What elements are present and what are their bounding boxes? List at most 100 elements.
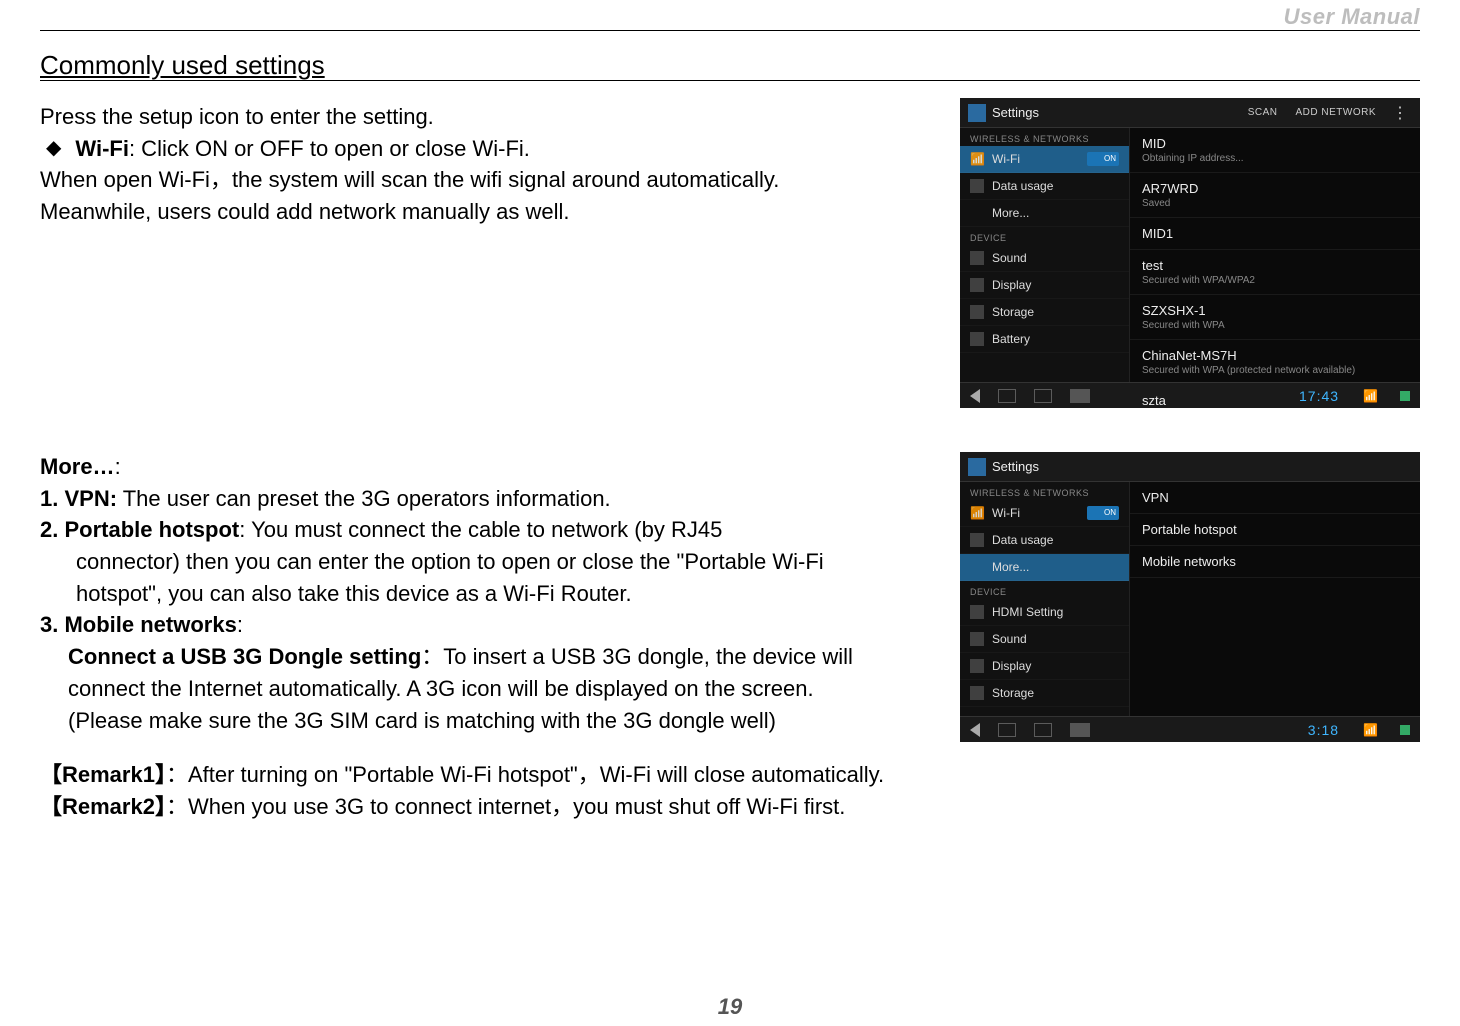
wifi-toggle[interactable]: ON bbox=[1087, 152, 1119, 166]
sidebar-item-wifi[interactable]: 📶 Wi-Fi ON bbox=[960, 500, 1129, 527]
sidebar-item-sound[interactable]: Sound bbox=[960, 245, 1129, 272]
network-row[interactable]: SZXSHX-1Secured with WPA bbox=[1130, 295, 1420, 340]
line-press-setup: Press the setup icon to enter the settin… bbox=[40, 102, 860, 132]
top-rule bbox=[40, 30, 1420, 31]
shot1-title: Settings bbox=[992, 105, 1039, 120]
item2-desc: : You must connect the cable to network … bbox=[239, 517, 722, 542]
data-usage-icon bbox=[970, 533, 984, 547]
wifi-icon: 📶 bbox=[970, 152, 984, 166]
recent-icon[interactable] bbox=[1034, 389, 1052, 403]
clock: 3:18 bbox=[1308, 722, 1339, 738]
remark2-label: 【Remark2】 bbox=[40, 794, 166, 819]
sidebar-item-display[interactable]: Display bbox=[960, 272, 1129, 299]
network-row[interactable]: AR7WRDSaved bbox=[1130, 173, 1420, 218]
remark1-label: 【Remark1】 bbox=[40, 762, 166, 787]
line-open-wifi: When open Wi-Fi，the system will scan the… bbox=[40, 165, 860, 195]
more-colon: : bbox=[115, 454, 121, 479]
item2-title: Portable hotspot bbox=[64, 517, 239, 542]
more-option-portable-hotspot[interactable]: Portable hotspot bbox=[1130, 514, 1420, 546]
sidebar-label-sound: Sound bbox=[992, 251, 1027, 265]
shot2-titlebar: Settings bbox=[960, 452, 1420, 482]
sound-icon bbox=[970, 632, 984, 646]
sidebar-label-sound: Sound bbox=[992, 632, 1027, 646]
bullet-wifi: ◆ Wi-Fi: Click ON or OFF to open or clos… bbox=[40, 134, 860, 164]
paragraph-settings-intro: Press the setup icon to enter the settin… bbox=[40, 102, 860, 229]
network-row[interactable]: testSecured with WPA/WPA2 bbox=[1130, 250, 1420, 295]
network-row[interactable]: MIDObtaining IP address... bbox=[1130, 128, 1420, 173]
sound-icon bbox=[970, 251, 984, 265]
more-option-mobile-networks[interactable]: Mobile networks bbox=[1130, 546, 1420, 578]
item1-desc: The user can preset the 3G operators inf… bbox=[117, 486, 611, 511]
shot2-right-panel: VPN Portable hotspot Mobile networks bbox=[1130, 482, 1420, 716]
wifi-icon: 📶 bbox=[970, 506, 984, 520]
sidebar-item-wifi[interactable]: 📶 Wi-Fi ON bbox=[960, 146, 1129, 173]
sidebar-label-more: More... bbox=[992, 206, 1029, 220]
sidebar-label-display: Display bbox=[992, 659, 1031, 673]
item2-line2: connector) then you can enter the option… bbox=[40, 547, 860, 577]
volume-icon[interactable] bbox=[1070, 389, 1090, 403]
cat-device: DEVICE bbox=[960, 581, 1129, 599]
sidebar-item-more[interactable]: More... bbox=[960, 554, 1129, 581]
shot2-left-panel: WIRELESS & NETWORKS 📶 Wi-Fi ON Data usag… bbox=[960, 482, 1130, 716]
volume-icon[interactable] bbox=[1070, 723, 1090, 737]
back-icon[interactable] bbox=[970, 389, 980, 403]
sidebar-item-battery[interactable]: Battery bbox=[960, 326, 1129, 353]
sidebar-label-battery: Battery bbox=[992, 332, 1030, 346]
sidebar-label-data-usage: Data usage bbox=[992, 179, 1053, 193]
cat-device: DEVICE bbox=[960, 227, 1129, 245]
sidebar-label-wifi: Wi-Fi bbox=[992, 152, 1020, 166]
sidebar-item-storage[interactable]: Storage bbox=[960, 680, 1129, 707]
display-icon bbox=[970, 278, 984, 292]
sidebar-item-sound[interactable]: Sound bbox=[960, 626, 1129, 653]
settings-icon bbox=[968, 104, 986, 122]
shot1-left-panel: WIRELESS & NETWORKS 📶 Wi-Fi ON Data usag… bbox=[960, 128, 1130, 382]
item3-num: 3. bbox=[40, 612, 64, 637]
paragraph-more: More…: 1. VPN: The user can preset the 3… bbox=[40, 452, 860, 737]
network-row[interactable]: ChinaNet-MS7HSecured with WPA (protected… bbox=[1130, 340, 1420, 385]
add-network-button[interactable]: ADD NETWORK bbox=[1290, 107, 1383, 118]
hdmi-icon bbox=[970, 605, 984, 619]
sidebar-item-data-usage[interactable]: Data usage bbox=[960, 173, 1129, 200]
sidebar-label-data-usage: Data usage bbox=[992, 533, 1053, 547]
item3-title: Mobile networks bbox=[64, 612, 236, 637]
item3-line2: connect the Internet automatically. A 3G… bbox=[40, 674, 860, 704]
data-usage-icon bbox=[970, 179, 984, 193]
item3-colon: : bbox=[237, 612, 243, 637]
recent-icon[interactable] bbox=[1034, 723, 1052, 737]
wifi-toggle[interactable]: ON bbox=[1087, 506, 1119, 520]
sidebar-label-display: Display bbox=[992, 278, 1031, 292]
sidebar-item-storage[interactable]: Storage bbox=[960, 299, 1129, 326]
battery-icon bbox=[970, 332, 984, 346]
more-option-vpn[interactable]: VPN bbox=[1130, 482, 1420, 514]
home-icon[interactable] bbox=[998, 723, 1016, 737]
line-add-network: Meanwhile, users could add network manua… bbox=[40, 197, 860, 227]
remark2-text: ：When you use 3G to connect internet，you… bbox=[166, 794, 845, 819]
wifi-label: Wi-Fi bbox=[75, 136, 129, 161]
home-icon[interactable] bbox=[998, 389, 1016, 403]
back-icon[interactable] bbox=[970, 723, 980, 737]
shot2-title: Settings bbox=[992, 459, 1039, 474]
sidebar-item-hdmi[interactable]: HDMI Setting bbox=[960, 599, 1129, 626]
battery-status-icon bbox=[1400, 391, 1410, 401]
overflow-icon[interactable]: ⋮ bbox=[1388, 103, 1412, 123]
remarks: 【Remark1】：After turning on "Portable Wi-… bbox=[40, 760, 1140, 823]
sidebar-item-more[interactable]: More... bbox=[960, 200, 1129, 227]
shot1-titlebar: Settings SCAN ADD NETWORK ⋮ bbox=[960, 98, 1420, 128]
wifi-status-icon: 📶 bbox=[1363, 723, 1378, 737]
item2-line3: hotspot", you can also take this device … bbox=[40, 579, 860, 609]
network-row[interactable]: MID1 bbox=[1130, 218, 1420, 250]
cat-wireless: WIRELESS & NETWORKS bbox=[960, 482, 1129, 500]
display-icon bbox=[970, 659, 984, 673]
item1-num: 1. bbox=[40, 486, 64, 511]
item3-sub-desc: ：To insert a USB 3G dongle, the device w… bbox=[421, 644, 853, 669]
item3-sub-title: Connect a USB 3G Dongle setting bbox=[68, 644, 421, 669]
item2-num: 2. bbox=[40, 517, 64, 542]
screenshot-wifi-settings: Settings SCAN ADD NETWORK ⋮ WIRELESS & N… bbox=[960, 98, 1420, 408]
section-title: Commonly used settings bbox=[40, 50, 325, 80]
clock: 17:43 bbox=[1299, 388, 1339, 404]
sidebar-label-storage: Storage bbox=[992, 686, 1034, 700]
sidebar-item-display[interactable]: Display bbox=[960, 653, 1129, 680]
sidebar-item-data-usage[interactable]: Data usage bbox=[960, 527, 1129, 554]
storage-icon bbox=[970, 686, 984, 700]
scan-button[interactable]: SCAN bbox=[1242, 107, 1284, 118]
